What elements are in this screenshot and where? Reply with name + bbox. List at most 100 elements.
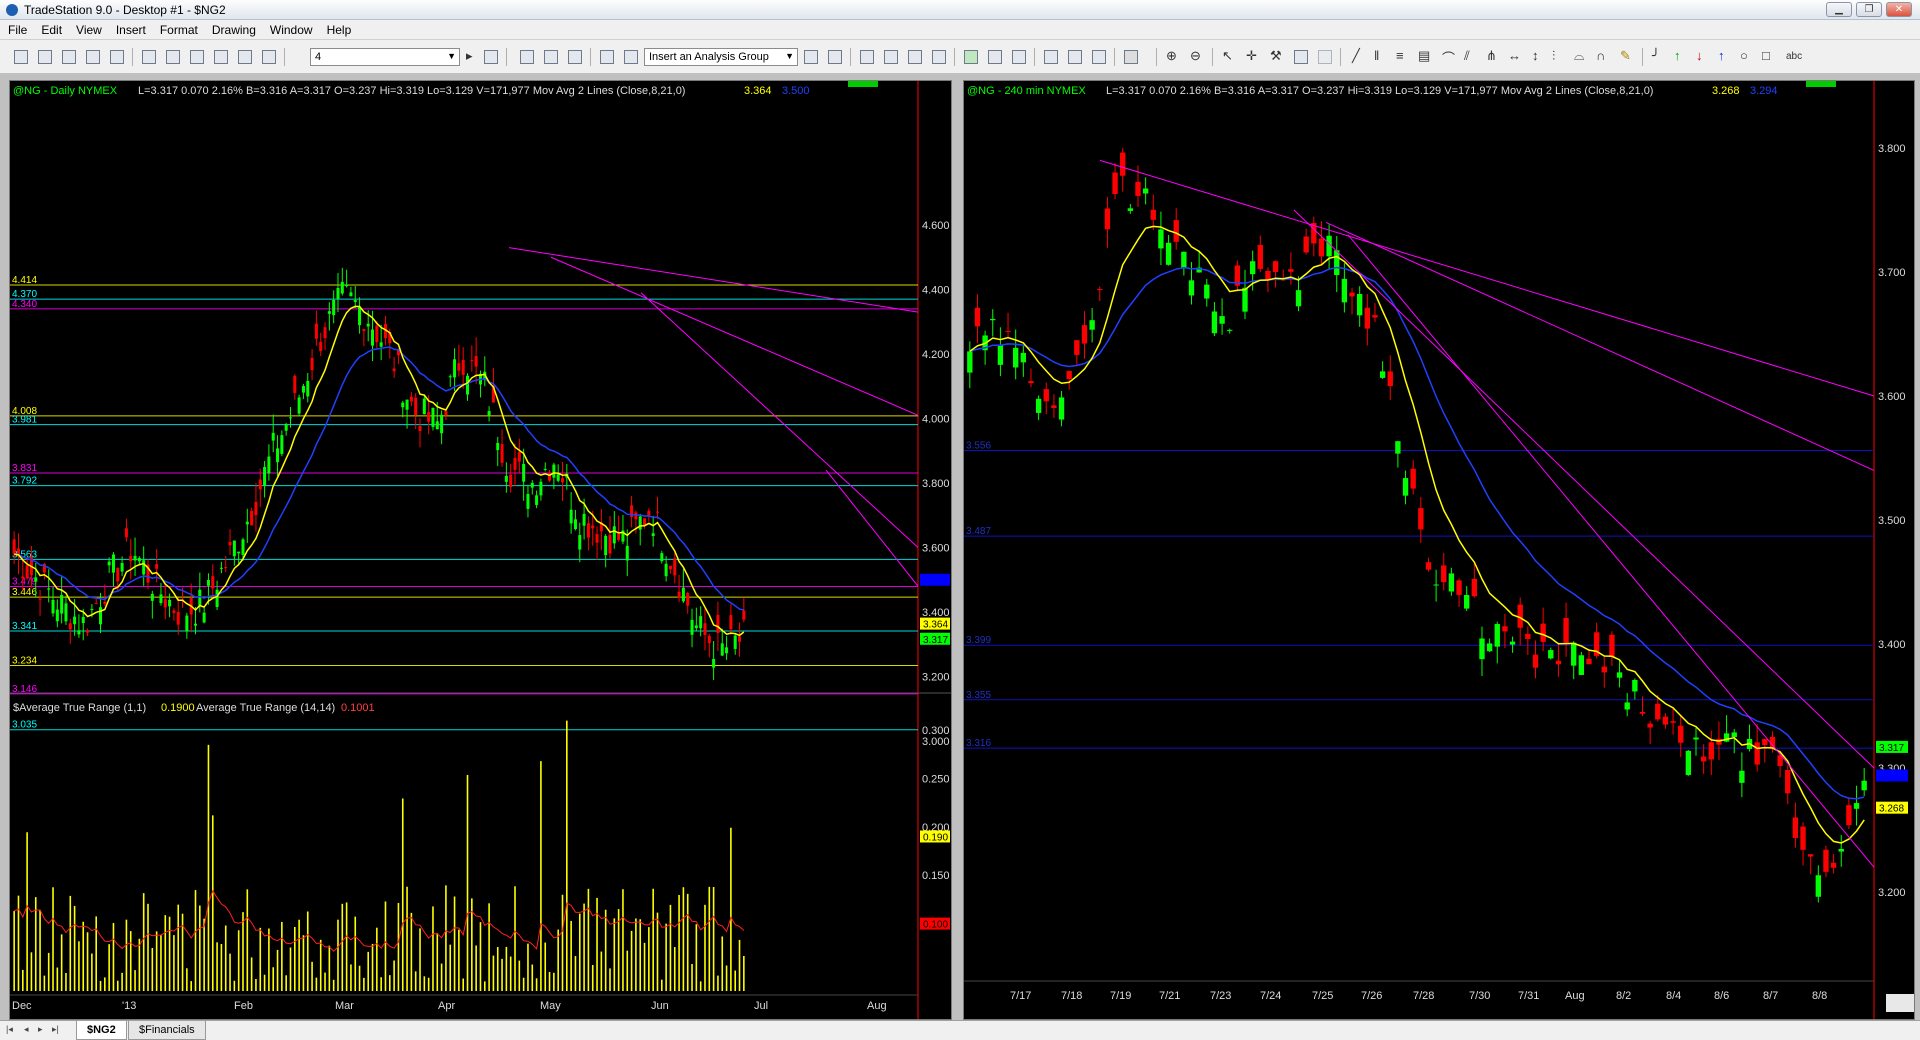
chart-type-icon[interactable]: [238, 50, 252, 64]
next-tab-icon[interactable]: ▸: [38, 1024, 43, 1035]
left-chart-window[interactable]: @NG - Daily NYMEX L=3.317 0.070 2.16% B=3…: [9, 80, 952, 1020]
restore-button[interactable]: ❐: [1856, 2, 1882, 17]
intraday-candle: [1372, 315, 1378, 318]
zoom-in-icon[interactable]: ⊕: [1166, 48, 1177, 64]
minimize-button[interactable]: ▁: [1826, 2, 1852, 17]
bar-spacing-icon[interactable]: [520, 50, 534, 64]
menu-edit[interactable]: Edit: [33, 20, 68, 37]
fit-icon[interactable]: [1092, 50, 1106, 64]
print-preview-icon[interactable]: [166, 50, 180, 64]
cycle-icon[interactable]: ∩: [1596, 48, 1605, 63]
arc-icon[interactable]: ⌒: [1442, 48, 1455, 67]
speed-lines-icon[interactable]: ⫶: [1552, 48, 1555, 64]
fibonacci-icon[interactable]: ▤: [1418, 48, 1430, 64]
daily-price-tick: 4.400: [922, 285, 950, 297]
first-tab-icon[interactable]: |◂: [6, 1024, 13, 1035]
up-arrow-blue-icon[interactable]: ↑: [1718, 48, 1725, 63]
horizontal-arrow-icon[interactable]: ↔: [1508, 48, 1521, 63]
layout-icon[interactable]: [190, 50, 204, 64]
right-chart-window[interactable]: @NG - 240 min NYMEX L=3.317 0.070 2.16% B…: [963, 80, 1915, 1020]
menu-view[interactable]: View: [68, 20, 108, 37]
data-window-icon[interactable]: [544, 50, 558, 64]
toolbar: 4 ▼ ▸ Insert an Analysis Group ▼ ⊕ ⊖ ↖ ✛ ⚒…: [0, 40, 1920, 74]
vertical-arrow-icon[interactable]: ↕: [1532, 48, 1539, 63]
down-arrow-red-icon[interactable]: ↓: [1696, 48, 1703, 63]
pencil-icon[interactable]: ✎: [1620, 48, 1631, 64]
menu-window[interactable]: Window: [262, 20, 319, 37]
intraday-candle: [1502, 626, 1508, 632]
intraday-trendline: [1099, 159, 1875, 397]
intraday-price-tag-label: 3.294: [1879, 771, 1904, 782]
zoom-out-icon[interactable]: ⊖: [1190, 48, 1201, 64]
save-icon[interactable]: [62, 50, 76, 64]
daily-candle: [673, 558, 677, 576]
right-scrollbar[interactable]: [1886, 994, 1914, 1012]
close-window-icon[interactable]: [110, 50, 124, 64]
analysis-group-combo[interactable]: Insert an Analysis Group ▼: [644, 48, 798, 66]
grid-icon[interactable]: [568, 50, 582, 64]
close-button[interactable]: ✕: [1886, 2, 1912, 17]
intraday-candle: [1379, 371, 1386, 378]
print-icon[interactable]: [142, 50, 156, 64]
text-tool-icon[interactable]: abc: [1786, 51, 1802, 62]
insert-analysis-icon[interactable]: [624, 50, 638, 64]
candlestick-icon[interactable]: [964, 50, 978, 64]
save-all-icon[interactable]: [86, 50, 100, 64]
open-icon[interactable]: [38, 50, 52, 64]
rectangle-icon[interactable]: □: [1762, 48, 1770, 63]
menu-help[interactable]: Help: [319, 20, 358, 37]
horizontal-lines-icon[interactable]: ≡: [1396, 48, 1404, 63]
vertical-lines-icon[interactable]: ‖: [1374, 48, 1379, 63]
up-arrow-green-icon[interactable]: ↑: [1674, 48, 1681, 63]
daily-chart[interactable]: @NG - Daily NYMEX L=3.317 0.070 2.16% B=3…: [10, 81, 952, 1020]
prev-tab-icon[interactable]: ◂: [24, 1024, 29, 1035]
daily-candle: [405, 399, 409, 410]
bar-chart-icon[interactable]: [988, 50, 1002, 64]
daily-candle: [349, 292, 353, 297]
ohlc-icon[interactable]: [1012, 50, 1026, 64]
format-symbol-icon[interactable]: [884, 50, 898, 64]
channel-icon[interactable]: ⫽: [1464, 48, 1470, 64]
240min-chart[interactable]: @NG - 240 min NYMEX L=3.317 0.070 2.16% B…: [964, 81, 1915, 1020]
tab-financials[interactable]: $Financials: [128, 1021, 206, 1040]
intraday-candle: [1785, 770, 1791, 794]
daily-candle: [263, 467, 267, 486]
trendline-icon[interactable]: ╱: [1352, 48, 1360, 64]
scroll-bars-icon[interactable]: [1068, 50, 1082, 64]
analysis-tech-icon[interactable]: [600, 50, 614, 64]
intraday-trendline: [1347, 234, 1875, 868]
order-bar-icon[interactable]: [932, 50, 946, 64]
hammer-icon[interactable]: ⚒: [1270, 48, 1282, 64]
pitchfork-icon[interactable]: ⋔: [1486, 48, 1497, 64]
intraday-date-tick: 7/25: [1312, 990, 1333, 1002]
gann-icon[interactable]: ⌓: [1574, 48, 1584, 64]
freehand-icon[interactable]: ╯: [1652, 48, 1660, 64]
daily-candle: [366, 323, 370, 327]
settings-icon[interactable]: [908, 50, 922, 64]
tab-ng2[interactable]: $NG2: [76, 1021, 127, 1040]
daily-candle: [224, 567, 228, 569]
lock-icon[interactable]: [214, 50, 228, 64]
zoom-bars-icon[interactable]: [1044, 50, 1058, 64]
daily-candle: [288, 417, 292, 419]
ellipse-icon[interactable]: ○: [1740, 48, 1748, 63]
intraday-candle: [1609, 634, 1615, 658]
display-icon[interactable]: [1124, 50, 1138, 64]
symbol-combo[interactable]: 4 ▼: [310, 48, 460, 66]
format-analysis-icon[interactable]: [804, 50, 818, 64]
new-icon[interactable]: [14, 50, 28, 64]
pointer-icon[interactable]: ↖: [1222, 48, 1233, 64]
snap-icon[interactable]: [1294, 50, 1308, 64]
refresh-icon[interactable]: [860, 50, 874, 64]
symbol-lookup-icon[interactable]: [484, 50, 498, 64]
strategy-icon[interactable]: [828, 50, 842, 64]
menu-format[interactable]: Format: [152, 20, 204, 37]
color-icon[interactable]: [262, 50, 276, 64]
forward-arrow-icon[interactable]: ▸: [466, 48, 473, 64]
intraday-candle: [1364, 307, 1370, 329]
menu-drawing[interactable]: Drawing: [204, 20, 262, 37]
menu-insert[interactable]: Insert: [108, 20, 152, 37]
menu-file[interactable]: File: [0, 20, 33, 37]
crosshair-icon[interactable]: ✛: [1246, 48, 1257, 64]
last-tab-icon[interactable]: ▸|: [52, 1024, 59, 1035]
